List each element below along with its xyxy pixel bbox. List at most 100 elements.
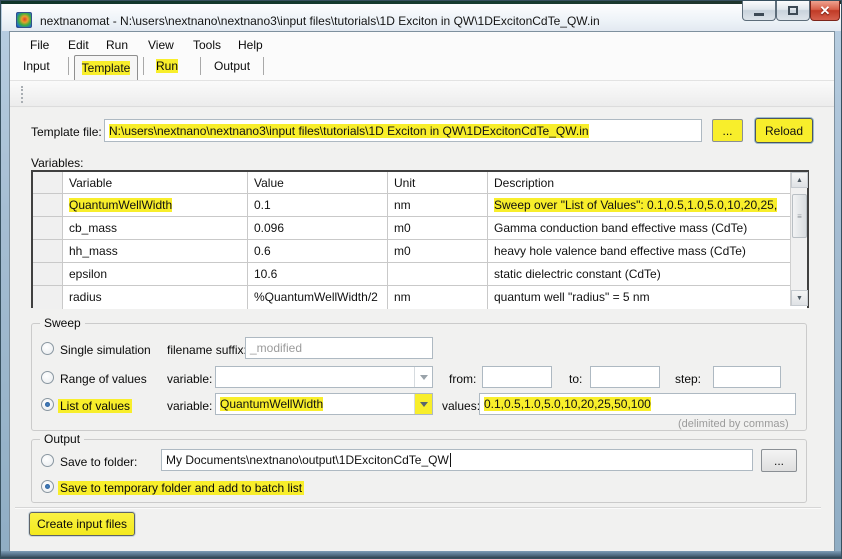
to-input[interactable]: [590, 366, 660, 388]
filename-suffix-input[interactable]: _modified: [245, 337, 433, 359]
maximize-button[interactable]: [776, 1, 810, 21]
footer-separator: [15, 507, 821, 508]
save-temporary-radio[interactable]: [41, 480, 54, 493]
cell-variable: cb_mass: [63, 217, 248, 239]
cell-variable: epsilon: [63, 263, 248, 285]
menu-tools[interactable]: Tools: [189, 36, 225, 54]
row-header-cell: [33, 194, 63, 216]
cell-value: 0.6: [248, 240, 388, 262]
table-row[interactable]: epsilon 10.6 static dielectric constant …: [33, 263, 807, 286]
variables-table: Variable Value Unit Description QuantumW…: [31, 170, 809, 308]
variables-label: Variables:: [31, 156, 83, 170]
col-header-unit[interactable]: Unit: [388, 172, 488, 193]
cell-variable: radius: [63, 286, 248, 309]
step-input[interactable]: [713, 366, 781, 388]
menu-edit[interactable]: Edit: [64, 36, 93, 54]
values-value: 0.1,0.5,1.0,5.0,10,20,25,50,100: [484, 397, 651, 411]
range-variable-combobox[interactable]: [215, 366, 433, 388]
tab-template-label: Template: [82, 61, 131, 75]
single-simulation-radio[interactable]: [41, 342, 54, 355]
values-hint: (delimited by commas): [678, 418, 789, 430]
template-file-browse-button[interactable]: ...: [712, 119, 743, 142]
list-of-values-label: List of values: [58, 399, 132, 413]
list-of-values-radio[interactable]: [41, 398, 54, 411]
col-header-variable[interactable]: Variable: [63, 172, 248, 193]
list-variable-value: QuantumWellWidth: [220, 397, 323, 411]
menu-view[interactable]: View: [144, 36, 178, 54]
minimize-button[interactable]: [742, 1, 776, 21]
maximize-icon: [788, 6, 798, 15]
tab-separator: [200, 57, 201, 75]
col-header-description[interactable]: Description: [488, 172, 777, 193]
list-variable-label: variable:: [167, 399, 212, 413]
from-input[interactable]: [482, 366, 552, 388]
browse-ellipsis-label: ...: [722, 124, 732, 138]
save-folder-input[interactable]: My Documents\nextnano\output\1DExcitonCd…: [161, 449, 753, 471]
menu-run[interactable]: Run: [102, 36, 132, 54]
chevron-down-icon[interactable]: [414, 367, 432, 387]
toolbar-grip-icon[interactable]: [21, 86, 24, 103]
create-input-files-button[interactable]: Create input files: [29, 512, 135, 536]
range-of-values-label: Range of values: [60, 372, 147, 386]
template-file-input[interactable]: N:\users\nextnano\nextnano3\input files\…: [104, 119, 702, 142]
toolbar: [10, 80, 834, 107]
cell-value: 10.6: [248, 263, 388, 285]
cell-description: heavy hole valence band effective mass (…: [488, 240, 807, 262]
cell-value: %QuantumWellWidth/2: [248, 286, 388, 309]
scroll-up-icon[interactable]: ▲: [791, 172, 808, 188]
reload-button[interactable]: Reload: [755, 118, 813, 143]
output-group-title: Output: [40, 432, 84, 446]
table-row[interactable]: cb_mass 0.096 m0 Gamma conduction band e…: [33, 217, 807, 240]
cell-value: 0.096: [248, 217, 388, 239]
cell-value: 0.1: [248, 194, 388, 216]
tab-run[interactable]: Run: [156, 59, 178, 73]
tab-template[interactable]: Template: [74, 55, 138, 80]
filename-suffix-label: filename suffix:: [167, 343, 247, 357]
app-icon: [16, 12, 32, 28]
save-to-folder-radio[interactable]: [41, 454, 54, 467]
tab-separator: [143, 57, 144, 75]
row-header-cell: [33, 217, 63, 239]
save-to-folder-label: Save to folder:: [60, 455, 137, 469]
chevron-down-icon[interactable]: [414, 394, 432, 414]
table-header-row: Variable Value Unit Description: [33, 172, 807, 194]
col-header-value[interactable]: Value: [248, 172, 388, 193]
scroll-down-icon[interactable]: ▼: [791, 290, 808, 306]
to-label: to:: [569, 372, 582, 386]
tab-separator: [68, 57, 69, 75]
step-label: step:: [675, 372, 701, 386]
filename-suffix-value: _modified: [250, 341, 302, 355]
create-input-files-label: Create input files: [37, 517, 127, 531]
menu-file[interactable]: File: [26, 36, 53, 54]
close-button[interactable]: ✕: [810, 1, 840, 21]
tab-input[interactable]: Input: [23, 59, 50, 73]
cell-description: Sweep over "List of Values": 0.1,0.5,1.0…: [494, 198, 777, 212]
cell-variable: hh_mass: [63, 240, 248, 262]
table-row[interactable]: radius %QuantumWellWidth/2 nm quantum we…: [33, 286, 807, 309]
table-row[interactable]: QuantumWellWidth 0.1 nm Sweep over "List…: [33, 194, 807, 217]
cell-variable: QuantumWellWidth: [69, 198, 172, 212]
save-folder-value: My Documents\nextnano\output\1DExcitonCd…: [166, 453, 449, 467]
values-input[interactable]: 0.1,0.5,1.0,5.0,10,20,25,50,100: [479, 393, 796, 415]
save-temporary-label: Save to temporary folder and add to batc…: [58, 481, 304, 495]
window-bottom-edge: [1, 551, 841, 558]
browse-ellipsis-label: ...: [774, 454, 784, 468]
tab-strip: Input Template Run Output: [10, 54, 834, 80]
range-of-values-radio[interactable]: [41, 371, 54, 384]
row-header-cell: [33, 263, 63, 285]
list-variable-combobox[interactable]: QuantumWellWidth: [215, 393, 433, 415]
title-bar[interactable]: nextnanomat - N:\users\nextnano\nextnano…: [2, 4, 842, 31]
tab-output[interactable]: Output: [214, 59, 250, 73]
from-label: from:: [449, 372, 476, 386]
sweep-group-title: Sweep: [40, 316, 85, 330]
scrollbar-thumb[interactable]: ≡: [792, 194, 807, 238]
row-header-cell: [33, 286, 63, 309]
save-folder-browse-button[interactable]: ...: [761, 449, 797, 472]
table-row[interactable]: hh_mass 0.6 m0 heavy hole valence band e…: [33, 240, 807, 263]
menu-help[interactable]: Help: [234, 36, 267, 54]
cell-unit: nm: [388, 286, 488, 309]
single-simulation-label: Single simulation: [60, 343, 151, 357]
cell-description: Gamma conduction band effective mass (Cd…: [488, 217, 807, 239]
table-vertical-scrollbar[interactable]: ▲ ≡ ▼: [790, 172, 807, 306]
row-header-cell: [33, 240, 63, 262]
